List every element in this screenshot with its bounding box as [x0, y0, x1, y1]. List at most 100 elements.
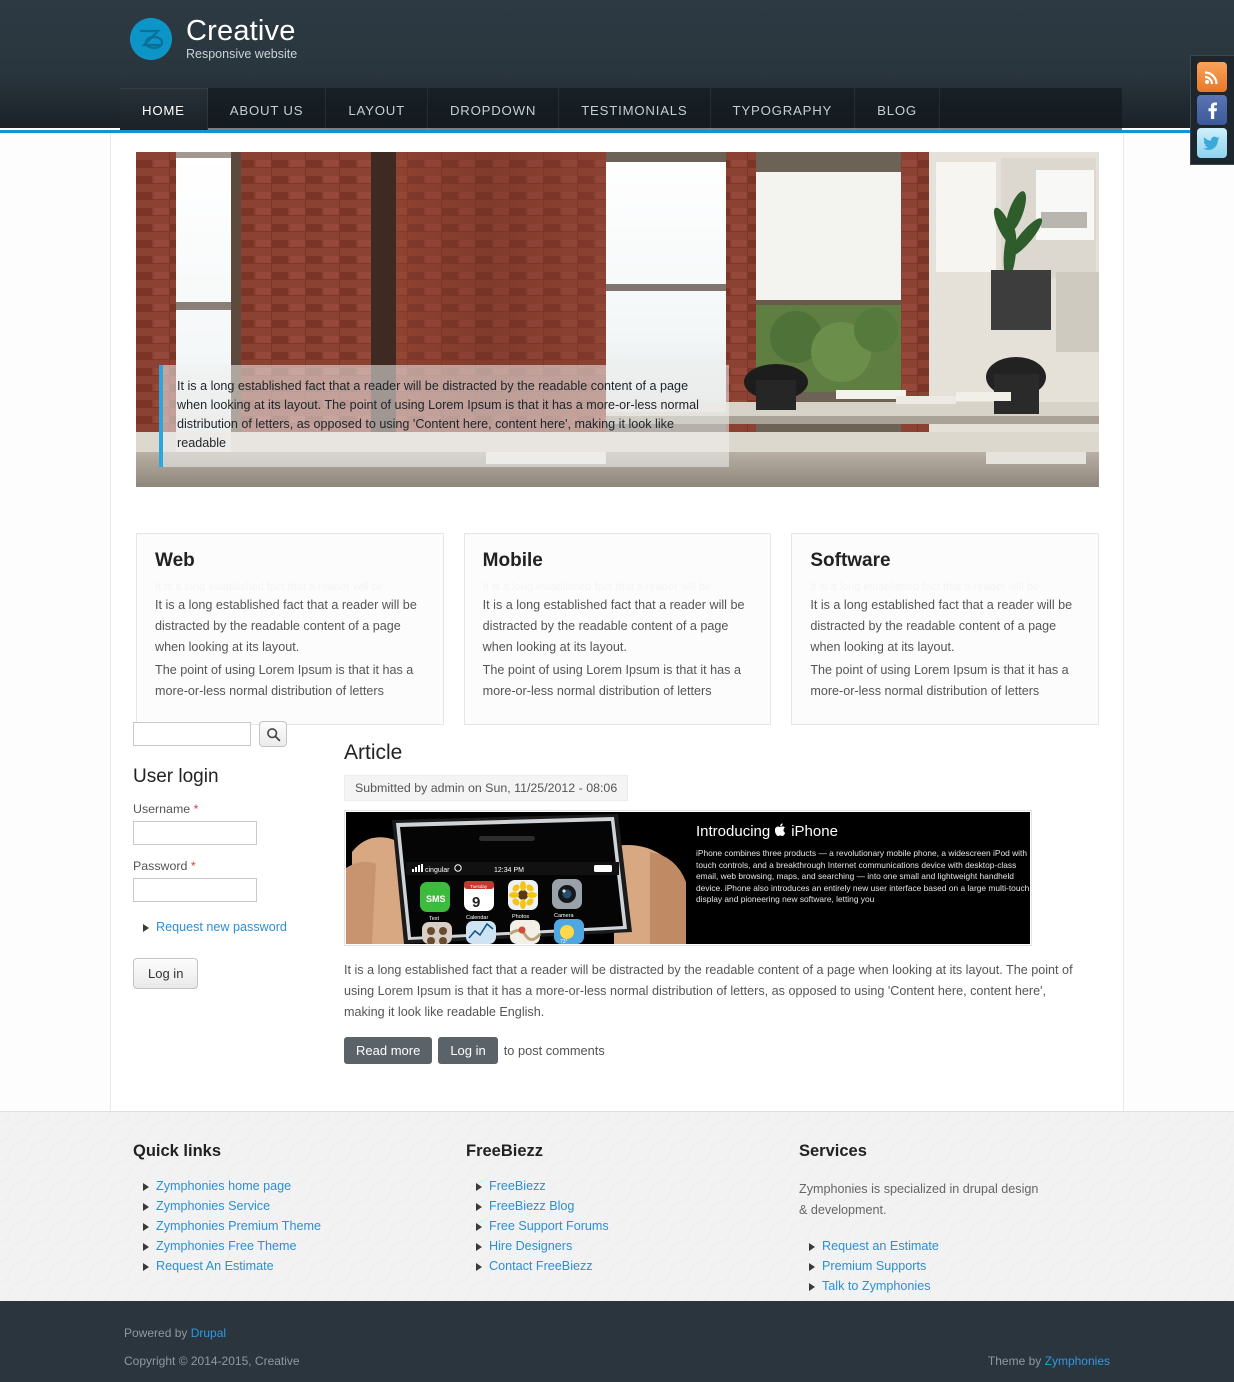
search-input[interactable] — [133, 722, 251, 746]
zymphonies-link[interactable]: Zymphonies — [1045, 1354, 1110, 1368]
copyright-text: Copyright © 2014-2015, Creative — [124, 1354, 300, 1368]
footer-link[interactable]: FreeBiezz — [489, 1179, 546, 1193]
rss-icon[interactable] — [1197, 62, 1227, 92]
feature-boxes: Web It is a long established fact that a … — [136, 533, 1100, 725]
footer-link[interactable]: Hire Designers — [489, 1239, 572, 1253]
article-body: It is a long established fact that a rea… — [344, 963, 1073, 1019]
nav-item-testimonials[interactable]: TESTIMONIALS — [559, 88, 711, 132]
required-marker: * — [190, 859, 196, 873]
footer-column-services: Services Zymphonies is specialized in dru… — [776, 1142, 1109, 1299]
bullet-arrow-icon — [476, 1243, 482, 1251]
bullet-arrow-icon — [476, 1183, 482, 1191]
iphone-ad-image[interactable]: cingular 12:34 PM SMS Text Tuesday 9 Cal… — [346, 812, 1030, 944]
footer-link-row[interactable]: Free Support Forums — [466, 1219, 776, 1233]
footer-link-row[interactable]: Zymphonies Free Theme — [133, 1239, 443, 1253]
footer-link[interactable]: Request An Estimate — [156, 1259, 274, 1273]
footer-link-row[interactable]: Hire Designers — [466, 1239, 776, 1253]
bottom-bar: Powered by Drupal Copyright © 2014-2015,… — [0, 1301, 1234, 1382]
footer-column-title: Quick links — [133, 1142, 222, 1160]
bullet-arrow-icon — [143, 1183, 149, 1191]
footer-link-row[interactable]: Request an Estimate — [799, 1239, 1109, 1253]
twitter-icon[interactable] — [1197, 128, 1227, 158]
hero-slider[interactable]: It is a long established fact that a rea… — [136, 152, 1099, 487]
svg-text:SMS: SMS — [426, 894, 446, 904]
svg-text:Tuesday: Tuesday — [470, 884, 488, 889]
username-label: Username * — [133, 802, 348, 816]
nav-item-layout[interactable]: LAYOUT — [326, 88, 428, 132]
footer-column-title: Services — [799, 1142, 867, 1160]
site-brand[interactable]: Creative Responsive website — [130, 17, 297, 61]
footer-link[interactable]: Request an Estimate — [822, 1239, 939, 1253]
social-links-panel[interactable] — [1190, 55, 1234, 165]
footer-link-row[interactable]: Premium Supports — [799, 1259, 1109, 1273]
zymphonies-logo-icon — [130, 17, 172, 60]
feature-box-software: Software It is a long established fact th… — [791, 533, 1100, 725]
powered-by: Powered by Drupal — [124, 1326, 226, 1340]
nav-item-typography[interactable]: TYPOGRAPHY — [711, 88, 856, 132]
feature-title: Mobile — [482, 550, 543, 571]
footer-link-row[interactable]: FreeBiezz Blog — [466, 1199, 776, 1213]
article-submitted-meta: Submitted by admin on Sun, 11/25/2012 - … — [344, 775, 629, 801]
nav-item-blog[interactable]: BLOG — [855, 88, 940, 132]
request-new-password-row[interactable]: Request new password — [143, 920, 348, 934]
theme-by-prefix: Theme by — [987, 1354, 1045, 1368]
footer-link-row[interactable]: Zymphonies Service — [133, 1199, 443, 1213]
article-title: Article — [344, 741, 403, 764]
nav-item-dropdown[interactable]: DROPDOWN — [428, 88, 560, 132]
svg-text:cingular: cingular — [425, 867, 450, 874]
search-block — [133, 721, 348, 747]
required-marker: * — [193, 802, 199, 816]
bullet-arrow-icon — [143, 1223, 149, 1231]
request-new-password-link[interactable]: Request new password — [156, 920, 287, 934]
ad-headline-pre: Introducing — [696, 823, 771, 840]
feature-title: Software — [810, 550, 891, 571]
bullet-arrow-icon — [476, 1223, 482, 1231]
feature-para-1: It is a long established fact that a rea… — [155, 598, 417, 654]
password-label: Password * — [133, 859, 348, 873]
footer-link[interactable]: Talk to Zymphonies — [822, 1279, 931, 1293]
svg-text:9: 9 — [472, 894, 480, 911]
feature-para-2: The point of using Lorem Ipsum is that i… — [482, 663, 741, 698]
svg-text:Camera: Camera — [554, 913, 575, 919]
footer-link-row[interactable]: Zymphonies home page — [133, 1179, 443, 1193]
footer-link[interactable]: Zymphonies Premium Theme — [156, 1219, 321, 1233]
login-submit-button[interactable]: Log in — [133, 958, 199, 989]
feature-para-2: The point of using Lorem Ipsum is that i… — [155, 663, 414, 698]
facebook-icon[interactable] — [1197, 95, 1227, 125]
password-label-text: Password — [133, 859, 188, 873]
username-field[interactable] — [133, 821, 257, 845]
footer-link[interactable]: Zymphonies home page — [156, 1179, 291, 1193]
nav-item-home[interactable]: HOME — [120, 88, 208, 132]
site-footer: Quick links Zymphonies home page Zymphonie… — [0, 1111, 1234, 1301]
read-more-button[interactable]: Read more — [344, 1037, 433, 1064]
footer-link[interactable]: Zymphonies Free Theme — [156, 1239, 296, 1253]
footer-link-row[interactable]: Contact FreeBiezz — [466, 1259, 776, 1273]
main-navigation[interactable]: HOME ABOUT US LAYOUT DROPDOWN TESTIMONIALS TY… — [120, 88, 1122, 132]
password-field[interactable] — [133, 878, 257, 902]
powered-by-prefix: Powered by — [124, 1326, 191, 1340]
svg-text:Text: Text — [429, 916, 440, 922]
drupal-link[interactable]: Drupal — [191, 1326, 226, 1340]
footer-column-description: Zymphonies is specialized in drupal desi… — [799, 1182, 1039, 1217]
footer-link-row[interactable]: Zymphonies Premium Theme — [133, 1219, 443, 1233]
nav-item-about-us[interactable]: ABOUT US — [208, 88, 327, 132]
page-root: Creative Responsive website HOME ABOUT US… — [0, 0, 1234, 1382]
footer-link-row[interactable]: Talk to Zymphonies — [799, 1279, 1109, 1293]
footer-link[interactable]: Zymphonies Service — [156, 1199, 270, 1213]
footer-link-row[interactable]: Request An Estimate — [133, 1259, 443, 1273]
feature-box-web: Web It is a long established fact that a … — [136, 533, 444, 725]
article-login-button[interactable]: Log in — [438, 1037, 498, 1064]
footer-link-row[interactable]: FreeBiezz — [466, 1179, 776, 1193]
search-button[interactable] — [259, 721, 287, 747]
article-actions: Read more Log in to post comments — [344, 1037, 1084, 1064]
footer-link[interactable]: Premium Supports — [822, 1259, 926, 1273]
bullet-arrow-icon — [809, 1243, 815, 1251]
footer-link[interactable]: Contact FreeBiezz — [489, 1259, 593, 1273]
article-image-frame: cingular 12:34 PM SMS Text Tuesday 9 Cal… — [344, 810, 1032, 946]
footer-link[interactable]: Free Support Forums — [489, 1219, 609, 1233]
footer-link[interactable]: FreeBiezz Blog — [489, 1199, 574, 1213]
bullet-arrow-icon — [476, 1203, 482, 1211]
ad-headline-post: iPhone — [791, 823, 838, 840]
feature-title: Web — [155, 550, 195, 571]
sidebar: User login Username * Password * Request… — [133, 721, 348, 989]
